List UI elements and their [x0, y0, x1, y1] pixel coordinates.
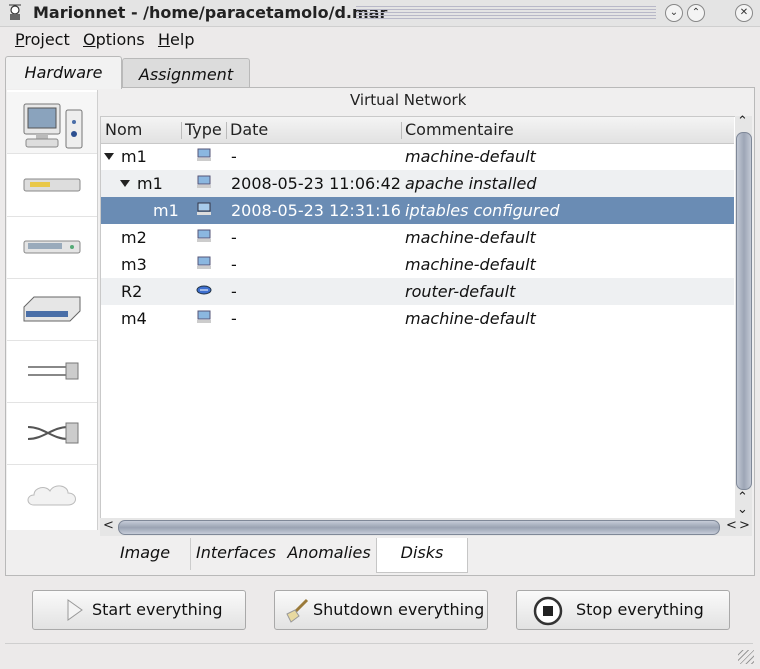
broom-icon — [286, 598, 309, 623]
row-comment: machine-default — [405, 147, 536, 166]
machine-type-icon — [197, 148, 211, 161]
minimize-icon[interactable]: ⌄ — [665, 4, 683, 22]
row-name: m1 — [153, 201, 179, 220]
column-header-comment[interactable]: Commentaire — [405, 120, 514, 139]
crossover-cable-icon — [27, 422, 79, 444]
stop-everything-button[interactable]: Stop everything — [516, 590, 730, 630]
machine-type-icon — [197, 310, 211, 323]
row-date: - — [231, 228, 237, 247]
row-date: - — [231, 282, 237, 301]
tab-disks[interactable]: Disks — [376, 538, 468, 573]
row-comment: machine-default — [405, 309, 536, 328]
stop-icon — [533, 596, 563, 626]
menu-help[interactable]: Help — [158, 30, 194, 49]
horizontal-scroll-thumb[interactable] — [118, 520, 720, 535]
router-icon — [23, 296, 81, 322]
palette-machine[interactable] — [7, 92, 97, 154]
machine-type-icon — [197, 229, 211, 242]
row-comment: iptables configured — [405, 201, 560, 220]
row-comment: machine-default — [405, 228, 536, 247]
shutdown-everything-button[interactable]: Shutdown everything — [274, 590, 488, 630]
scroll-left-icon[interactable]: < — [103, 518, 114, 533]
row-name: R2 — [121, 282, 143, 301]
row-comment: router-default — [405, 282, 516, 301]
row-date: - — [231, 147, 237, 166]
scroll-right-icon[interactable]: > — [739, 518, 750, 533]
row-name: m1 — [121, 147, 147, 166]
straight-cable-icon — [28, 362, 79, 380]
row-comment: apache installed — [405, 174, 537, 193]
play-icon — [67, 599, 83, 621]
vertical-scroll-thumb[interactable] — [736, 132, 752, 490]
shutdown-everything-label: Shutdown everything — [313, 600, 485, 619]
window-title: Marionnet - /home/paracetamolo/d.mar — [33, 3, 388, 22]
column-header-type[interactable]: Type — [185, 120, 222, 139]
row-name: m3 — [121, 255, 147, 274]
marionnet-app-icon — [9, 4, 21, 20]
status-bar — [5, 643, 753, 666]
column-header-name[interactable]: Nom — [105, 120, 142, 139]
virtual-network-label: Virtual Network — [350, 91, 467, 105]
column-header-date[interactable]: Date — [230, 120, 268, 139]
column-separator — [226, 122, 227, 139]
title-decoration — [356, 6, 656, 20]
switch-icon — [23, 240, 81, 254]
menu-project[interactable]: Project — [15, 30, 70, 49]
close-icon[interactable]: ✕ — [735, 4, 753, 22]
machine-type-icon — [197, 202, 211, 215]
tab-interfaces[interactable]: Interfaces — [192, 538, 280, 570]
palette-hub[interactable] — [7, 155, 97, 217]
row-name: m4 — [121, 309, 147, 328]
expand-icon[interactable] — [104, 153, 114, 160]
tab-hardware[interactable]: Hardware — [5, 56, 122, 89]
palette-cloud[interactable] — [7, 465, 97, 526]
palette-router[interactable] — [7, 279, 97, 341]
cloud-icon — [27, 485, 76, 506]
menu-options[interactable]: Options — [83, 30, 145, 49]
expand-icon[interactable] — [120, 180, 130, 187]
tab-assignment[interactable]: Assignment — [122, 58, 250, 89]
row-date: 2008-05-23 11:06:42 — [231, 174, 401, 193]
machine-type-icon — [197, 256, 211, 269]
machine-icon — [23, 103, 83, 149]
palette-straight-cable[interactable] — [7, 341, 97, 403]
palette-switch[interactable] — [7, 217, 97, 279]
resize-grip-icon[interactable] — [738, 650, 754, 664]
tab-anomalies[interactable]: Anomalies — [284, 538, 374, 570]
column-separator — [181, 122, 182, 139]
row-date: - — [231, 255, 237, 274]
hub-icon — [23, 178, 81, 192]
row-comment: machine-default — [405, 255, 536, 274]
column-separator — [401, 122, 402, 139]
machine-type-icon — [197, 175, 211, 188]
tab-image[interactable]: Image — [100, 538, 191, 570]
palette-crossover-cable[interactable] — [7, 403, 97, 465]
scroll-up-icon[interactable]: ⌃ — [737, 114, 748, 129]
stop-everything-label: Stop everything — [576, 600, 704, 619]
scroll-left-icon[interactable]: < — [726, 518, 737, 533]
scroll-down-icon[interactable]: ⌄ — [737, 502, 748, 517]
maximize-icon[interactable]: ⌃ — [687, 4, 705, 22]
start-everything-label: Start everything — [92, 600, 223, 619]
router-type-icon — [196, 285, 212, 295]
row-date: - — [231, 309, 237, 328]
start-everything-button[interactable]: Start everything — [32, 590, 246, 630]
row-name: m1 — [137, 174, 163, 193]
row-date: 2008-05-23 12:31:16 — [231, 201, 401, 220]
row-name: m2 — [121, 228, 147, 247]
